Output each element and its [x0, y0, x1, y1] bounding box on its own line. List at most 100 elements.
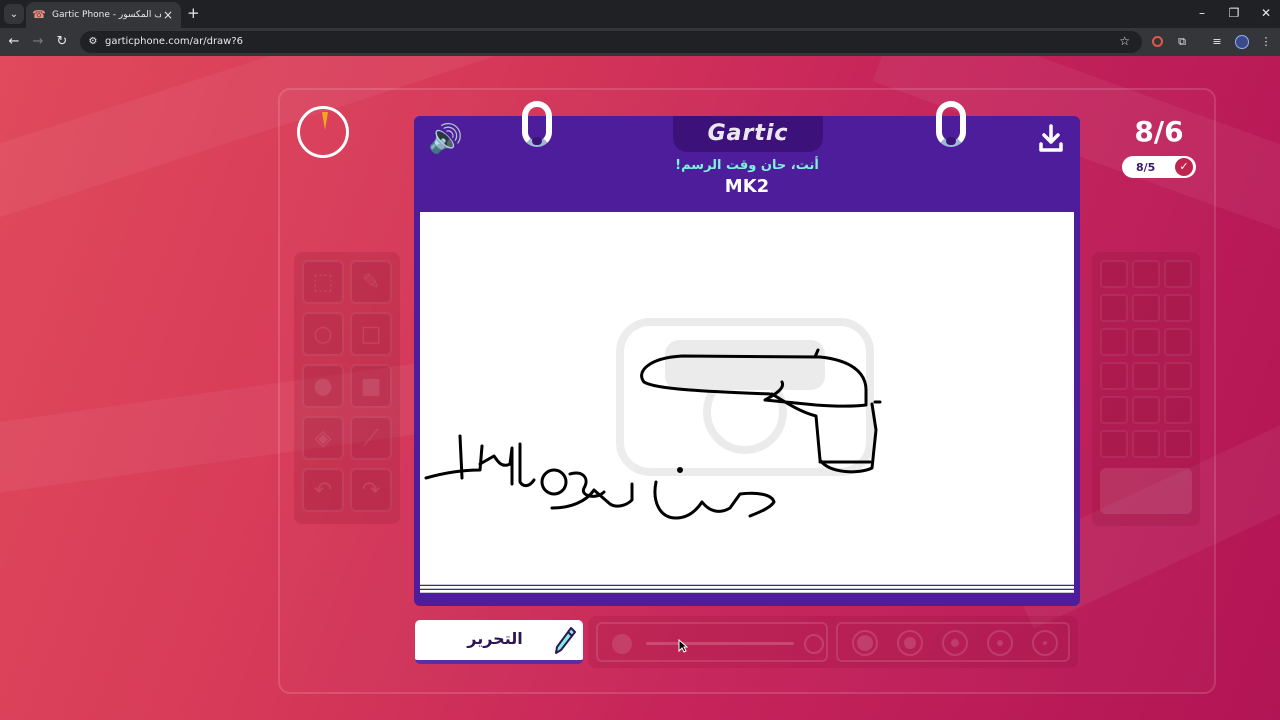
reload-icon[interactable]: ↻: [53, 33, 71, 51]
color-swatch[interactable]: [1100, 396, 1128, 424]
color-swatch[interactable]: [1100, 430, 1128, 458]
color-swatch[interactable]: [1100, 294, 1128, 322]
puzzle-icon[interactable]: ⧉: [1175, 35, 1189, 49]
square-filled-icon: ■: [360, 373, 382, 399]
download-icon[interactable]: [1038, 124, 1064, 154]
color-swatch[interactable]: [1100, 362, 1128, 390]
slider-min-icon: [612, 634, 632, 654]
tool-fill[interactable]: ◈: [302, 416, 344, 460]
undo-icon: ↶: [313, 477, 333, 503]
edit-button-label: التحرير: [467, 629, 523, 648]
media-control-icon[interactable]: ≡: [1210, 35, 1224, 49]
bookmark-star-icon[interactable]: ☆: [1119, 34, 1130, 48]
binder-ring: [936, 101, 966, 147]
size-dot: [951, 639, 959, 647]
circle-filled-icon: ●: [313, 373, 333, 399]
line-icon: ⟋: [363, 425, 379, 451]
tool-square-outline[interactable]: □: [350, 312, 392, 356]
players-done-badge: 8/5 ✓: [1122, 156, 1196, 178]
back-icon[interactable]: ←: [5, 33, 23, 51]
square-outline-icon: □: [360, 321, 382, 347]
url-text: garticphone.com/ar/draw?6: [105, 36, 244, 47]
color-swatch[interactable]: [1100, 328, 1128, 356]
drawing-tools-panel: ⬚ ✎ ○ □ ● ■ ◈ ⟋ ↶ ↷: [294, 252, 400, 524]
gartic-phone-watermark: [616, 318, 874, 476]
tab-search-button[interactable]: ⌄: [4, 4, 24, 24]
drawing-canvas[interactable]: [420, 212, 1074, 582]
forward-icon[interactable]: →: [29, 33, 47, 51]
edit-button[interactable]: التحرير: [415, 620, 583, 664]
size-dot: [904, 637, 916, 649]
new-tab-button[interactable]: +: [187, 5, 200, 21]
timer-hand: [322, 112, 328, 130]
profile-avatar[interactable]: [1235, 35, 1249, 49]
close-tab-icon[interactable]: ×: [161, 8, 175, 22]
notepad-body: [414, 208, 1080, 606]
page-edge: [420, 590, 1074, 593]
logo-tab: Gartic: [673, 116, 823, 152]
drawing-notepad: Gartic 🔊 أنت، حان وقت الرسم! MK2: [414, 101, 1080, 606]
tool-circle-filled[interactable]: ●: [302, 364, 344, 408]
color-palette-panel: [1092, 252, 1200, 526]
canvas-drawing: [424, 318, 882, 520]
color-swatch[interactable]: [1132, 294, 1160, 322]
check-icon: ✓: [1175, 158, 1193, 176]
circle-outline-icon: ○: [313, 321, 333, 347]
binder-ring: [522, 101, 552, 147]
game-page: 8/6 8/5 ✓ ⬚ ✎ ○ □ ● ■ ◈ ⟋ ↶ ↷ Gartic 🔊 أ…: [0, 56, 1280, 720]
tool-line[interactable]: ⟋: [350, 416, 392, 460]
mouse-cursor-icon: [678, 639, 688, 653]
address-bar[interactable]: ⚙ garticphone.com/ar/draw?6 ☆: [80, 31, 1142, 53]
color-swatch[interactable]: [1132, 362, 1160, 390]
tool-redo[interactable]: ↷: [350, 468, 392, 512]
gartic-logo: Gartic: [707, 121, 789, 146]
page-edge: [420, 582, 1074, 585]
minimize-icon[interactable]: –: [1192, 5, 1212, 21]
color-swatch[interactable]: [1132, 260, 1160, 288]
color-swatch[interactable]: [1132, 430, 1160, 458]
color-swatch[interactable]: [1132, 396, 1160, 424]
tool-undo[interactable]: ↶: [302, 468, 344, 512]
draw-prompt: أنت، حان وقت الرسم!: [675, 158, 819, 173]
extension-icon[interactable]: [1152, 36, 1163, 47]
browser-toolbar: ← → ↻ ⚙ garticphone.com/ar/draw?6 ☆ ⧉ ≡ …: [0, 28, 1280, 56]
close-window-icon[interactable]: ✕: [1256, 5, 1276, 21]
browser-tab[interactable]: ☎ Gartic Phone - الهاتف المكسور ×: [26, 2, 181, 28]
brush-size-option[interactable]: [852, 630, 878, 656]
color-swatch[interactable]: [1164, 294, 1192, 322]
site-info-icon[interactable]: ⚙: [86, 35, 100, 49]
color-swatch[interactable]: [1132, 328, 1160, 356]
brush-size-slider[interactable]: [596, 622, 828, 662]
brush-size-option[interactable]: [942, 630, 968, 656]
speaker-icon[interactable]: 🔊: [428, 124, 463, 154]
slider-track[interactable]: [646, 642, 794, 645]
tool-eraser[interactable]: ⬚: [302, 260, 344, 304]
restore-icon[interactable]: ❐: [1224, 5, 1244, 21]
brush-size-presets: [836, 622, 1070, 662]
size-dot: [997, 640, 1003, 646]
size-dot: [857, 635, 873, 651]
size-dot: [1043, 641, 1047, 645]
tool-square-filled[interactable]: ■: [350, 364, 392, 408]
menu-kebab-icon[interactable]: ⋮: [1259, 35, 1273, 49]
timer-icon: [297, 106, 349, 158]
slider-max-icon: [804, 634, 824, 654]
browser-tab-bar: ⌄ ☎ Gartic Phone - الهاتف المكسور × + – …: [0, 0, 1280, 28]
color-swatch[interactable]: [1164, 430, 1192, 458]
brush-size-option[interactable]: [987, 630, 1013, 656]
tool-circle-outline[interactable]: ○: [302, 312, 344, 356]
word-to-draw: MK2: [724, 176, 770, 197]
round-counter: 8/6: [1134, 115, 1184, 148]
brush-size-option[interactable]: [1032, 630, 1058, 656]
color-swatch[interactable]: [1164, 362, 1192, 390]
current-color-preview[interactable]: [1100, 468, 1192, 514]
color-swatch[interactable]: [1164, 396, 1192, 424]
color-swatch[interactable]: [1164, 260, 1192, 288]
tab-title: Gartic Phone - الهاتف المكسور: [52, 10, 161, 20]
color-swatch[interactable]: [1100, 260, 1128, 288]
brush-size-option[interactable]: [897, 630, 923, 656]
fill-bucket-icon: ◈: [314, 425, 332, 451]
page-edge: [420, 586, 1074, 589]
tool-pencil[interactable]: ✎: [350, 260, 392, 304]
color-swatch[interactable]: [1164, 328, 1192, 356]
